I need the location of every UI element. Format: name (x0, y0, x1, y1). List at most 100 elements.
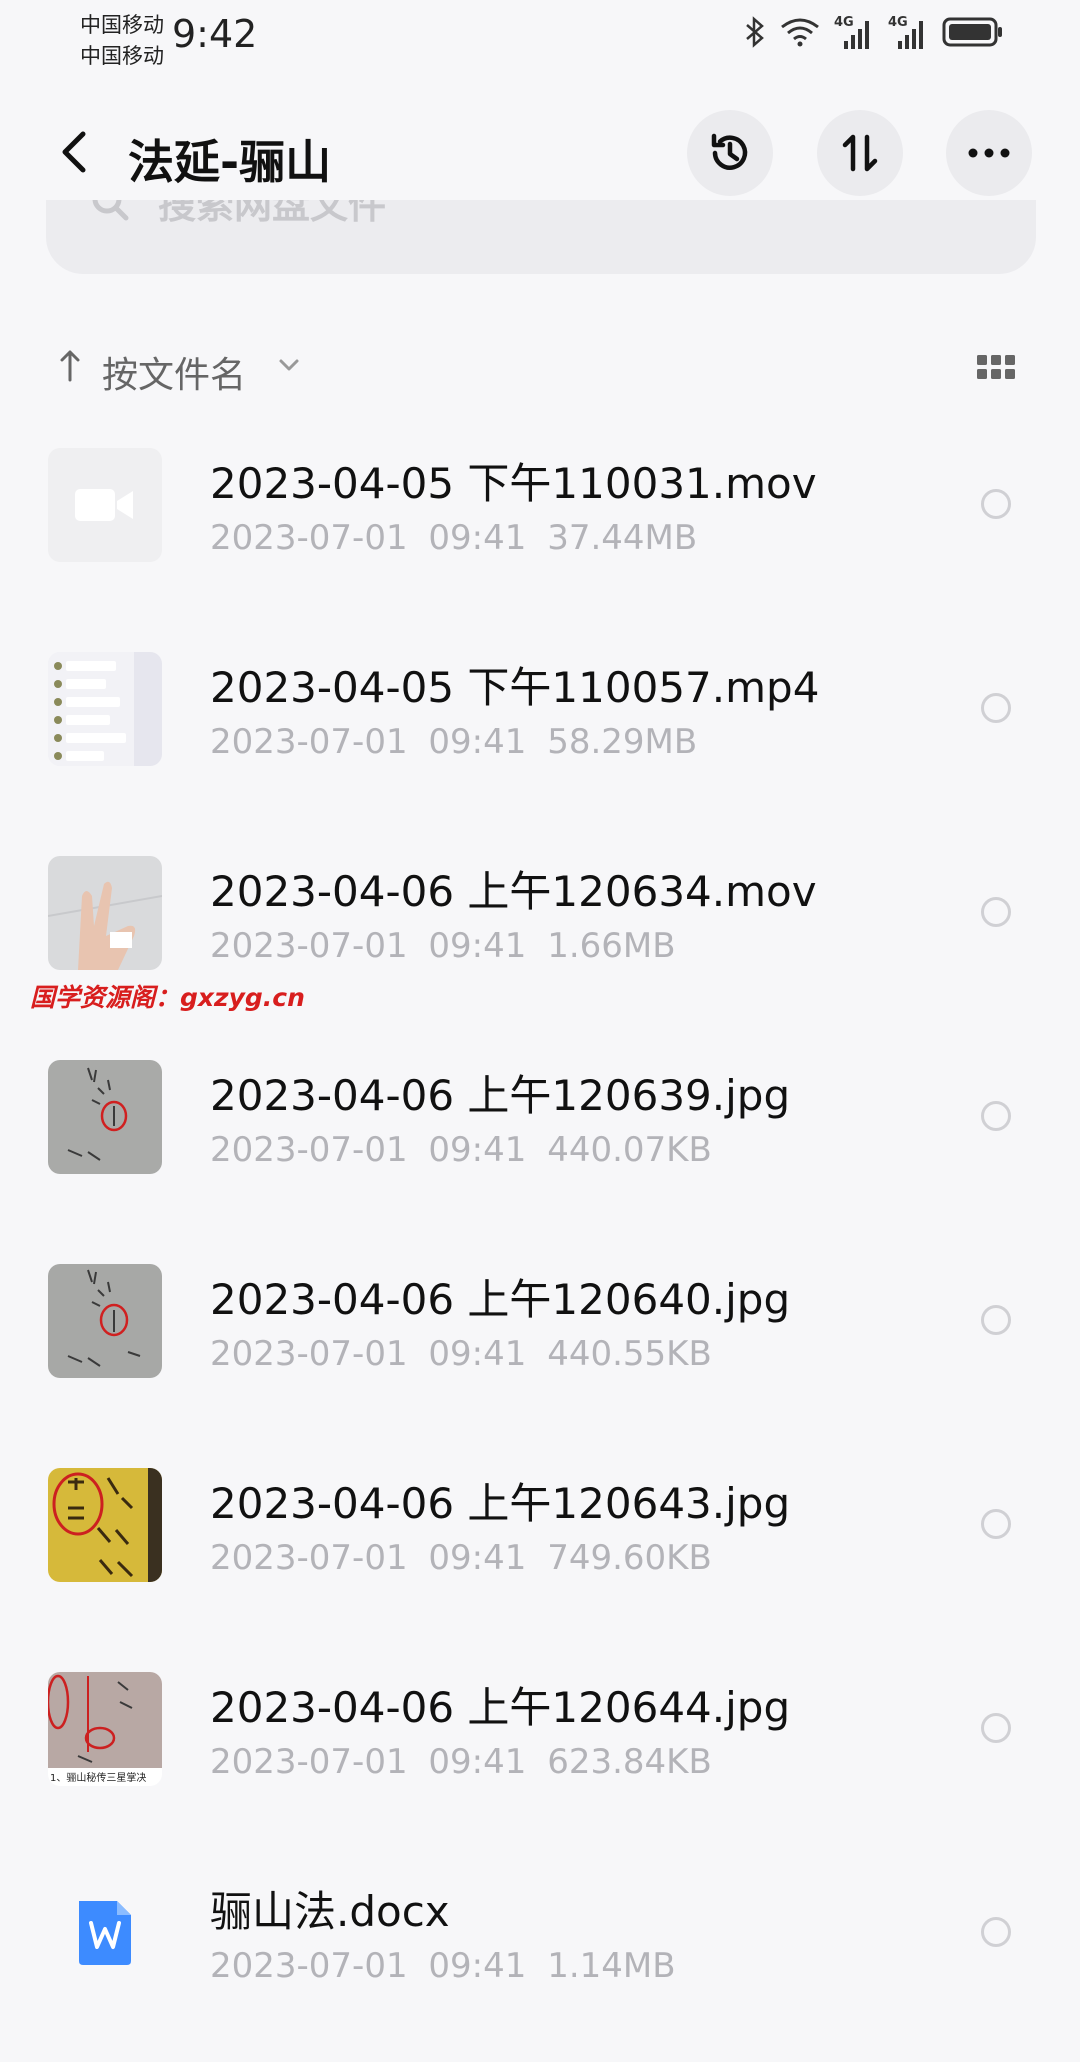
file-meta: 2023-07-01 09:41 440.07KB (210, 1130, 712, 1170)
file-date: 2023-07-01 (210, 518, 408, 558)
yellow-paper-image (48, 1468, 162, 1582)
video-placeholder-icon (75, 489, 133, 521)
file-date: 2023-07-01 (210, 1538, 408, 1578)
search-input[interactable]: 搜索网盘文件 (46, 200, 1036, 274)
wifi-icon (780, 17, 820, 51)
select-checkbox[interactable] (981, 1101, 1011, 1131)
file-name: 2023-04-05 下午110057.mp4 (210, 663, 820, 712)
hand-photo-image (48, 856, 162, 970)
word-doc-icon (79, 1901, 131, 1965)
select-checkbox[interactable] (981, 897, 1011, 927)
document-photo-image (48, 1672, 162, 1768)
file-size: 440.07KB (547, 1130, 712, 1170)
file-date: 2023-07-01 (210, 1742, 408, 1782)
file-time: 09:41 (428, 1946, 527, 1986)
file-meta: 2023-07-01 09:41 1.14MB (210, 1946, 676, 1986)
back-button[interactable] (44, 122, 104, 182)
handwriting-photo-thumbnail (48, 1264, 162, 1378)
file-date: 2023-07-01 (210, 1130, 408, 1170)
file-time: 09:41 (428, 1538, 527, 1578)
select-checkbox[interactable] (981, 489, 1011, 519)
select-checkbox[interactable] (981, 693, 1011, 723)
file-size: 749.60KB (547, 1538, 712, 1578)
file-meta: 2023-07-01 09:41 623.84KB (210, 1742, 712, 1782)
file-name: 2023-04-06 上午120634.mov (210, 867, 817, 916)
file-meta: 2023-07-01 09:41 1.66MB (210, 926, 676, 966)
file-meta: 2023-07-01 09:41 58.29MB (210, 722, 697, 762)
select-checkbox[interactable] (981, 1305, 1011, 1335)
file-time: 09:41 (428, 926, 527, 966)
handwriting-photo-image (48, 1264, 162, 1378)
file-time: 09:41 (428, 722, 527, 762)
select-checkbox[interactable] (981, 1713, 1011, 1743)
select-checkbox[interactable] (981, 1917, 1011, 1947)
chat-screenshot-image (48, 652, 162, 766)
file-row[interactable]: 1、骊山秘传三星掌决 2023-04-06 上午120644.jpg 2023-… (0, 1654, 1080, 1858)
file-row[interactable]: 2023-04-05 下午110057.mp4 2023-07-01 09:41… (0, 634, 1080, 838)
file-time: 09:41 (428, 518, 527, 558)
status-clock: 9:42 (172, 12, 258, 56)
watermark-text: 国学资源阁：gxzyg.cn (30, 983, 305, 1012)
more-dots-icon (968, 148, 1010, 158)
carrier-label-1: 中国移动 (80, 13, 164, 37)
file-row[interactable]: 2023-04-06 上午120640.jpg 2023-07-01 09:41… (0, 1246, 1080, 1450)
file-time: 09:41 (428, 1334, 527, 1374)
signal-icon-2: 4G (888, 15, 928, 51)
signal-icon-1: 4G (834, 15, 874, 51)
more-options-button[interactable] (946, 110, 1032, 196)
file-size: 623.84KB (547, 1742, 712, 1782)
file-row[interactable]: 2023-04-05 下午110031.mov 2023-07-01 09:41… (0, 430, 1080, 634)
file-name: 2023-04-06 上午120644.jpg (210, 1683, 791, 1732)
chat-screenshot-thumbnail (48, 652, 162, 766)
file-meta: 2023-07-01 09:41 749.60KB (210, 1538, 712, 1578)
search-icon (92, 200, 129, 221)
document-caption: 1、骊山秘传三星掌决 (50, 1773, 147, 1784)
search-placeholder: 搜索网盘文件 (158, 200, 387, 227)
file-size: 440.55KB (547, 1334, 712, 1374)
word-doc-thumbnail (48, 1876, 162, 1990)
file-row[interactable]: 2023-04-06 上午120639.jpg 2023-07-01 09:41… (0, 1042, 1080, 1246)
sort-updown-icon (842, 134, 878, 172)
select-checkbox[interactable] (981, 1509, 1011, 1539)
file-size: 58.29MB (547, 722, 698, 762)
document-photo-thumbnail: 1、骊山秘传三星掌决 (48, 1672, 162, 1786)
file-name: 2023-04-06 上午120643.jpg (210, 1479, 791, 1528)
file-size: 37.44MB (547, 518, 698, 558)
bluetooth-icon (744, 16, 766, 52)
file-name: 骊山法.docx (210, 1887, 450, 1936)
sort-ascending-arrow-icon (60, 350, 80, 382)
file-date: 2023-07-01 (210, 1334, 408, 1374)
back-chevron-icon (62, 131, 86, 173)
file-row[interactable]: 2023-04-06 上午120643.jpg 2023-07-01 09:41… (0, 1450, 1080, 1654)
file-date: 2023-07-01 (210, 722, 408, 762)
handwriting-photo-thumbnail (48, 1060, 162, 1174)
sort-row: 按文件名 (0, 340, 1080, 400)
file-size: 1.14MB (547, 1946, 676, 1986)
file-date: 2023-07-01 (210, 1946, 408, 1986)
status-bar: 中国移动 中国移动 9:42 4G 4G (0, 0, 1080, 76)
file-time: 09:41 (428, 1742, 527, 1782)
file-time: 09:41 (428, 1130, 527, 1170)
status-icons: 4G 4G (744, 15, 1004, 52)
carrier-label-2: 中国移动 (80, 44, 164, 68)
handwriting-photo-image (48, 1060, 162, 1174)
file-row[interactable]: 骊山法.docx 2023-07-01 09:41 1.14MB (0, 1858, 1080, 2062)
video-thumbnail (48, 448, 162, 562)
battery-icon (942, 16, 1004, 52)
file-meta: 2023-07-01 09:41 440.55KB (210, 1334, 712, 1374)
file-date: 2023-07-01 (210, 926, 408, 966)
history-clock-icon (711, 133, 748, 170)
file-name: 2023-04-06 上午120639.jpg (210, 1071, 791, 1120)
chevron-down-icon[interactable] (278, 358, 300, 372)
header-bar: 法延-骊山 (0, 100, 1080, 210)
file-name: 2023-04-06 上午120640.jpg (210, 1275, 791, 1324)
sort-order-button[interactable] (817, 110, 903, 196)
file-name: 2023-04-05 下午110031.mov (210, 459, 817, 508)
file-size: 1.66MB (547, 926, 676, 966)
hand-photo-thumbnail (48, 856, 162, 970)
page-title: 法延-骊山 (128, 135, 332, 189)
file-meta: 2023-07-01 09:41 37.44MB (210, 518, 697, 558)
grid-view-icon[interactable] (976, 354, 1016, 380)
history-button[interactable] (687, 110, 773, 196)
sort-by-name-dropdown[interactable]: 按文件名 (102, 346, 246, 398)
